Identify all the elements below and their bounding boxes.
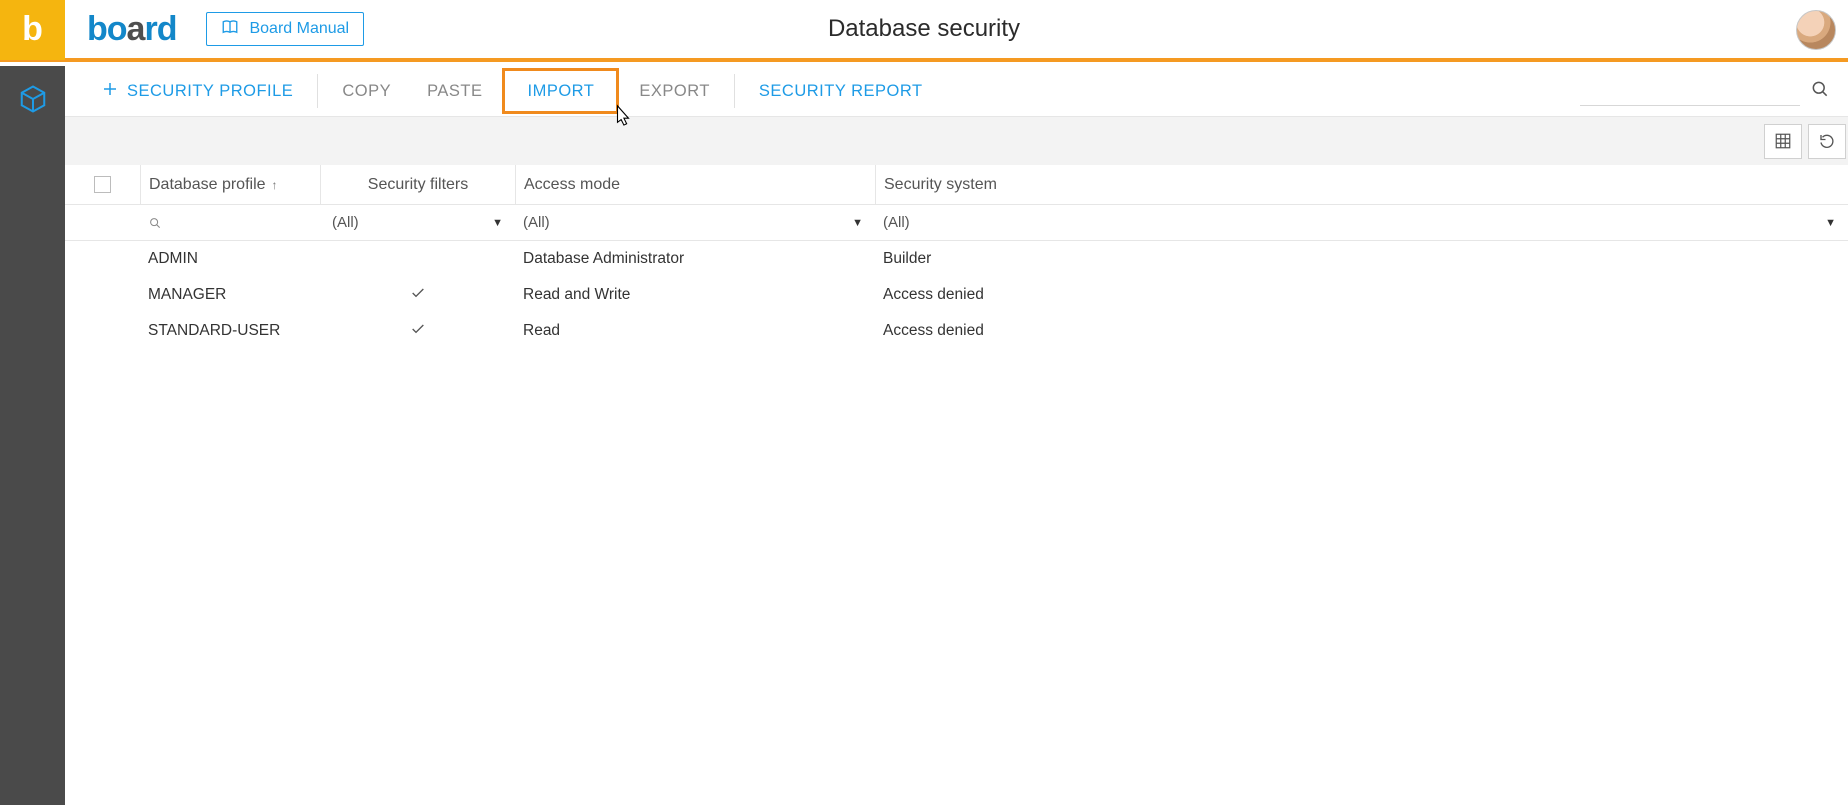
user-avatar[interactable] (1796, 10, 1836, 50)
export-label: EXPORT (639, 82, 710, 101)
column-header-access[interactable]: Access mode (515, 165, 875, 204)
column-header-system-label: Security system (884, 176, 997, 194)
brand-square[interactable]: b (0, 0, 65, 60)
column-header-filters[interactable]: Security filters (320, 165, 515, 204)
filter-access-value: (All) (523, 214, 550, 231)
security-profile-button[interactable]: SECURITY PROFILE (83, 66, 311, 116)
copy-button[interactable]: COPY (324, 66, 409, 116)
row-access: Database Administrator (515, 250, 875, 268)
filter-profile-search[interactable] (140, 216, 320, 230)
column-header-system[interactable]: Security system (875, 165, 1848, 204)
column-header-profile[interactable]: Database profile ↑ (140, 165, 320, 204)
import-label: IMPORT (527, 82, 594, 101)
action-toolbar: SECURITY PROFILE COPY PASTE IMPORT EXPOR… (65, 66, 1848, 117)
row-access: Read and Write (515, 286, 875, 304)
row-system: Access denied (875, 286, 1848, 304)
filter-access-mode[interactable]: (All) ▼ (515, 214, 875, 231)
paste-label: PASTE (427, 82, 482, 101)
row-filters (320, 321, 515, 342)
table-row[interactable]: MANAGER Read and Write Access denied (65, 277, 1848, 313)
search-icon[interactable] (1800, 79, 1830, 104)
table-header: Database profile ↑ Security filters Acce… (65, 165, 1848, 205)
row-access: Read (515, 322, 875, 340)
board-manual-label: Board Manual (249, 20, 349, 38)
row-profile: STANDARD-USER (140, 322, 320, 340)
brand-logo[interactable]: board (87, 10, 176, 49)
row-system: Access denied (875, 322, 1848, 340)
table-body: ADMIN Database Administrator Builder MAN… (65, 241, 1848, 349)
board-manual-button[interactable]: Board Manual (206, 12, 364, 46)
import-button[interactable]: IMPORT (502, 68, 619, 114)
security-profile-label: SECURITY PROFILE (127, 82, 293, 101)
select-all-checkbox[interactable] (94, 176, 111, 193)
row-filters (320, 285, 515, 306)
search-input[interactable] (1580, 76, 1800, 106)
filter-security-system[interactable]: (All) ▼ (875, 214, 1848, 231)
column-header-profile-label: Database profile (149, 176, 266, 194)
chevron-down-icon: ▼ (492, 217, 503, 229)
export-button[interactable]: EXPORT (621, 66, 728, 116)
plus-icon (101, 80, 119, 103)
security-report-button[interactable]: SECURITY REPORT (741, 66, 941, 116)
check-icon (410, 285, 426, 306)
security-report-label: SECURITY REPORT (759, 82, 923, 101)
table-filter-row: (All) ▼ (All) ▼ (All) ▼ (65, 205, 1848, 241)
brand-text-2: rd (144, 10, 176, 49)
app-header: b board Board Manual Database security (0, 0, 1848, 62)
toolbar-separator (734, 74, 735, 108)
paste-button[interactable]: PASTE (409, 66, 500, 116)
options-strip (65, 117, 1848, 165)
page-title: Database security (828, 15, 1020, 43)
table-row[interactable]: ADMIN Database Administrator Builder (65, 241, 1848, 277)
reset-button[interactable] (1808, 124, 1846, 159)
left-rail (0, 66, 65, 805)
sort-ascending-icon: ↑ (272, 178, 278, 192)
toolbar-separator (317, 74, 318, 108)
filter-filters-value: (All) (332, 214, 359, 231)
filter-security-filters[interactable]: (All) ▼ (320, 214, 515, 231)
brand-glyph: b (22, 10, 43, 49)
filter-system-value: (All) (883, 214, 910, 231)
row-system: Builder (875, 250, 1848, 268)
row-profile: ADMIN (140, 250, 320, 268)
columns-button[interactable] (1764, 124, 1802, 159)
chevron-down-icon: ▼ (1825, 217, 1836, 229)
check-icon (410, 321, 426, 342)
brand-text-1: bo (87, 10, 127, 49)
cube-icon[interactable] (18, 84, 48, 119)
column-header-access-label: Access mode (524, 176, 620, 194)
book-icon (221, 18, 239, 41)
row-profile: MANAGER (140, 286, 320, 304)
table-row[interactable]: STANDARD-USER Read Access denied (65, 313, 1848, 349)
select-all-column (65, 176, 140, 193)
column-header-filters-label: Security filters (368, 176, 468, 194)
chevron-down-icon: ▼ (852, 217, 863, 229)
toolbar-search (1580, 76, 1848, 106)
copy-label: COPY (342, 82, 391, 101)
brand-text-a: a (127, 10, 145, 49)
